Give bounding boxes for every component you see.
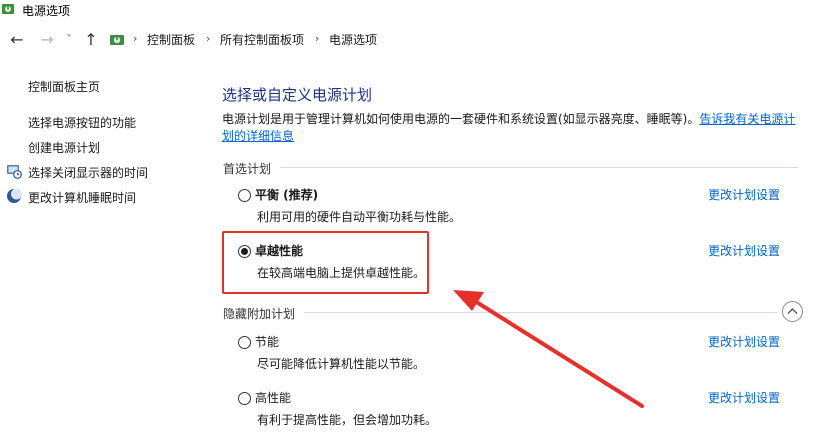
plan-high-performance-change-settings-link[interactable]: 更改计划设置 [708,389,780,406]
collapse-hidden-plans-button[interactable] [782,301,803,322]
preferred-plans-label: 首选计划 [223,162,272,176]
sidebar-create-plan-link[interactable]: 创建电源计划 [28,139,100,156]
sidebar-sleep-link[interactable]: 更改计算机睡眠时间 [28,189,136,206]
title-bar: 电源选项 [0,0,814,20]
plan-balanced-name[interactable]: 平衡 (推荐) [255,186,318,203]
sidebar-display-off-link[interactable]: 选择关闭显示器的时间 [28,164,148,181]
plan-balanced-radio[interactable] [238,189,251,202]
hidden-plans-label: 隐藏附加计划 [223,307,296,321]
plan-power-saver-change-settings-link[interactable]: 更改计划设置 [708,333,780,350]
annotation-highlight-box [222,231,429,294]
moon-icon [7,188,22,203]
divider [280,167,798,168]
breadcrumb-power-options[interactable]: 电源选项 [329,31,377,48]
description-text: 电源计划是用于管理计算机如何使用电源的一套硬件和系统设置(如显示器亮度、睡眠等)… [222,112,700,126]
breadcrumb-separator: › [315,32,320,45]
breadcrumb-control-panel[interactable]: 控制面板 [147,31,195,48]
divider [304,312,778,313]
page-title: 选择或自定义电源计划 [222,86,373,104]
plan-power-saver-name[interactable]: 节能 [255,333,279,350]
navigation-bar: ← → ˅ ↑ › 控制面板 › 所有控制面板项 › 电源选项 [0,24,814,56]
control-panel-icon [110,35,124,45]
breadcrumb-separator: › [133,32,138,45]
forward-arrow-icon[interactable]: → [38,30,56,50]
up-arrow-icon[interactable]: ↑ [82,30,100,50]
sidebar-power-button-link[interactable]: 选择电源按钮的功能 [28,114,136,131]
plan-high-performance-name[interactable]: 高性能 [255,389,291,406]
page-description: 电源计划是用于管理计算机如何使用电源的一套硬件和系统设置(如显示器亮度、睡眠等)… [222,111,802,145]
monitor-clock-icon [7,165,22,179]
plan-high-performance-description: 有利于提高性能，但会增加功耗。 [257,413,438,427]
plan-balanced-description: 利用可用的硬件自动平衡功耗与性能。 [257,210,462,224]
chevron-up-icon [787,308,798,314]
plan-balanced-change-settings-link[interactable]: 更改计划设置 [708,186,780,203]
sidebar-home-link[interactable]: 控制面板主页 [28,78,100,95]
plan-power-saver-description: 尽可能降低计算机性能以节能。 [257,357,426,371]
window-title: 电源选项 [22,4,71,18]
power-options-icon [2,4,14,14]
recent-locations-chevron-icon[interactable]: ˅ [62,30,76,50]
plan-ultimate-change-settings-link[interactable]: 更改计划设置 [708,242,780,259]
breadcrumb-all-items[interactable]: 所有控制面板项 [220,31,304,48]
plan-power-saver-radio[interactable] [238,336,251,349]
back-arrow-icon[interactable]: ← [8,30,26,50]
breadcrumb-separator: › [206,32,211,45]
plan-high-performance-radio[interactable] [238,392,251,405]
